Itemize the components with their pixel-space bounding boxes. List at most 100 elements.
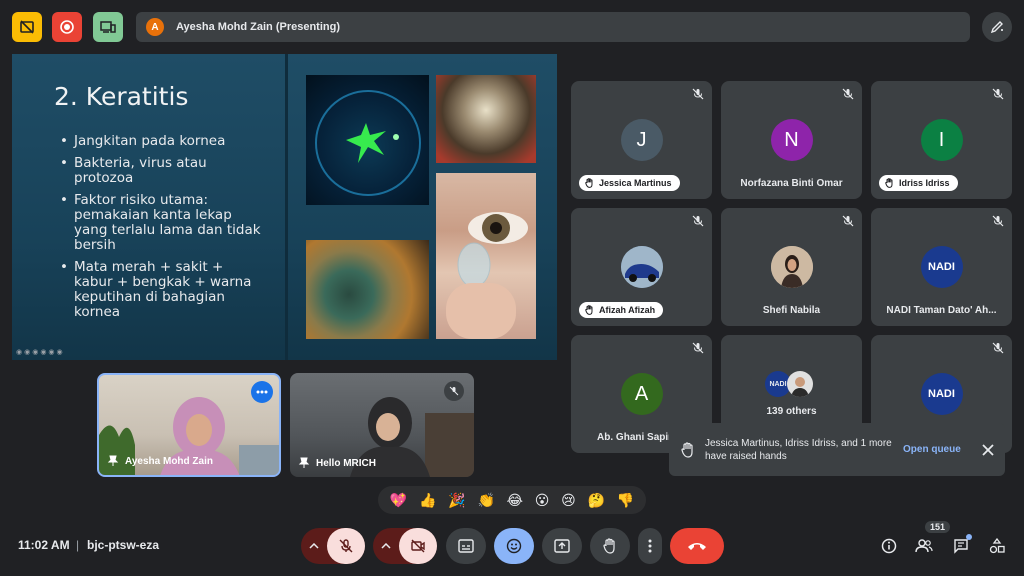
devices-icon[interactable] xyxy=(93,12,123,42)
self-video-tile[interactable]: Ayesha Mohd Zain xyxy=(97,373,281,477)
mic-off-icon xyxy=(842,215,854,227)
chevron-up-icon xyxy=(381,543,391,549)
participant-avatar: A xyxy=(620,373,663,415)
emoji-icon xyxy=(506,538,522,554)
slide-controls-icon[interactable]: ◉◉◉◉◉◉ xyxy=(16,348,65,356)
raise-hand-icon xyxy=(885,178,893,188)
reactions-button[interactable] xyxy=(494,528,534,564)
presentation-slide: 2. Keratitis Jangkitan pada kornea Bakte… xyxy=(12,54,557,360)
participant-name: NADI Taman Dato' Ah... xyxy=(886,305,997,316)
self-video-name: Ayesha Mohd Zain xyxy=(125,455,213,467)
participant-tile[interactable]: Afizah Afizah xyxy=(571,208,712,326)
people-button[interactable] xyxy=(913,528,935,564)
presenter-label: Ayesha Mohd Zain (Presenting) xyxy=(176,21,341,33)
participant-tile[interactable]: I Idriss Idriss xyxy=(871,81,1012,199)
presenter-avatar: A xyxy=(146,18,164,36)
mic-off-icon xyxy=(444,381,464,401)
people-icon xyxy=(915,539,933,553)
chat-button[interactable] xyxy=(950,528,972,564)
eye-photo-fluorescein xyxy=(306,75,429,205)
chat-icon xyxy=(954,539,968,554)
mic-off-icon xyxy=(992,215,1004,227)
annotate-button[interactable] xyxy=(982,12,1012,42)
more-options-button[interactable] xyxy=(251,381,273,403)
captions-icon xyxy=(458,539,474,553)
participant-avatar xyxy=(787,371,813,397)
participant-video-tile[interactable]: Hello MRICH xyxy=(290,373,474,477)
reaction-sparkling-heart[interactable]: 💖 xyxy=(390,492,407,509)
raised-hands-message: Jessica Martinus, Idriss Idriss, and 1 m… xyxy=(705,438,892,462)
reaction-surprised[interactable]: 😮 xyxy=(535,492,550,509)
camera-off-icon xyxy=(411,539,425,553)
unread-dot xyxy=(966,534,972,540)
reaction-clapping[interactable]: 👏 xyxy=(477,492,494,509)
reaction-thinking[interactable]: 🤔 xyxy=(587,492,604,509)
raise-hand-icon xyxy=(585,305,593,315)
clock-time: 11:02 AM xyxy=(18,538,70,552)
pen-icon xyxy=(990,21,1003,34)
camera-control xyxy=(373,528,437,564)
open-queue-button[interactable]: Open queue xyxy=(903,444,961,455)
participant-name: Norfazana Binti Omar xyxy=(740,178,843,189)
raise-hand-icon xyxy=(681,442,693,458)
participant-name: Idriss Idriss xyxy=(899,178,950,188)
end-call-icon xyxy=(688,543,706,550)
more-options-button[interactable] xyxy=(638,528,662,564)
participant-avatar: J xyxy=(620,119,663,161)
leave-call-button[interactable] xyxy=(670,528,724,564)
meeting-details-button[interactable] xyxy=(878,528,900,564)
close-icon[interactable] xyxy=(982,444,994,456)
participant-avatar: I xyxy=(920,119,963,161)
present-icon xyxy=(554,539,570,553)
footer-separator: | xyxy=(76,538,80,552)
eye-photo-ulcer xyxy=(436,75,536,163)
camera-toggle-button[interactable] xyxy=(399,528,437,564)
meeting-code: bjc-ptsw-eza xyxy=(87,538,160,552)
reaction-crying[interactable]: 😢 xyxy=(561,492,576,509)
mic-off-icon xyxy=(692,88,704,100)
more-dots-icon xyxy=(256,390,268,394)
raised-hands-toast: Jessica Martinus, Idriss Idriss, and 1 m… xyxy=(669,423,1005,476)
nadi-logo: NADI xyxy=(920,246,963,288)
participant-tile[interactable]: J Jessica Martinus xyxy=(571,81,712,199)
nadi-logo: NADI xyxy=(920,373,963,415)
presenting-banner: A Ayesha Mohd Zain (Presenting) xyxy=(136,12,970,42)
present-screen-button[interactable] xyxy=(542,528,582,564)
participant-tile[interactable]: Shefi Nabila xyxy=(721,208,862,326)
reaction-thumbs-down[interactable]: 👎 xyxy=(617,492,634,509)
mic-off-icon xyxy=(339,539,353,553)
slide-bullet: Faktor risiko utama: pemakaian kanta lek… xyxy=(60,193,265,253)
mic-control xyxy=(301,528,365,564)
activities-button[interactable] xyxy=(986,528,1008,564)
reaction-thumbs-up[interactable]: 👍 xyxy=(419,492,436,509)
reaction-laughing[interactable]: 😂 xyxy=(507,492,523,509)
participant-tile[interactable]: NADI NADI Taman Dato' Ah... xyxy=(871,208,1012,326)
participant-video-name: Hello MRICH xyxy=(316,457,376,469)
participant-tile[interactable]: N Norfazana Binti Omar xyxy=(721,81,862,199)
raise-hand-button[interactable] xyxy=(590,528,630,564)
mic-off-icon xyxy=(992,342,1004,354)
chevron-up-icon xyxy=(309,543,319,549)
info-icon xyxy=(881,538,897,554)
pin-icon xyxy=(298,457,310,468)
captions-button[interactable] xyxy=(446,528,486,564)
participant-name-raised-hand: Afizah Afizah xyxy=(579,302,664,318)
participant-name-raised-hand: Idriss Idriss xyxy=(879,175,958,191)
mic-off-icon xyxy=(842,88,854,100)
participant-avatar: N xyxy=(770,119,813,161)
recording-icon[interactable] xyxy=(52,12,82,42)
participant-name-raised-hand: Jessica Martinus xyxy=(579,175,680,191)
activities-icon xyxy=(989,538,1005,554)
video-options-button[interactable] xyxy=(373,543,399,549)
slide-title: 2. Keratitis xyxy=(54,82,189,111)
others-avatars: NADI xyxy=(765,371,813,397)
no-recording-icon[interactable] xyxy=(12,12,42,42)
slide-bullet: Jangkitan pada kornea xyxy=(60,134,265,150)
participant-avatar xyxy=(770,246,813,288)
audio-options-button[interactable] xyxy=(301,543,327,549)
more-vert-icon xyxy=(648,539,652,553)
participant-avatar xyxy=(620,246,663,288)
mic-toggle-button[interactable] xyxy=(327,528,365,564)
reaction-party-popper[interactable]: 🎉 xyxy=(448,492,465,509)
mic-off-icon xyxy=(692,215,704,227)
